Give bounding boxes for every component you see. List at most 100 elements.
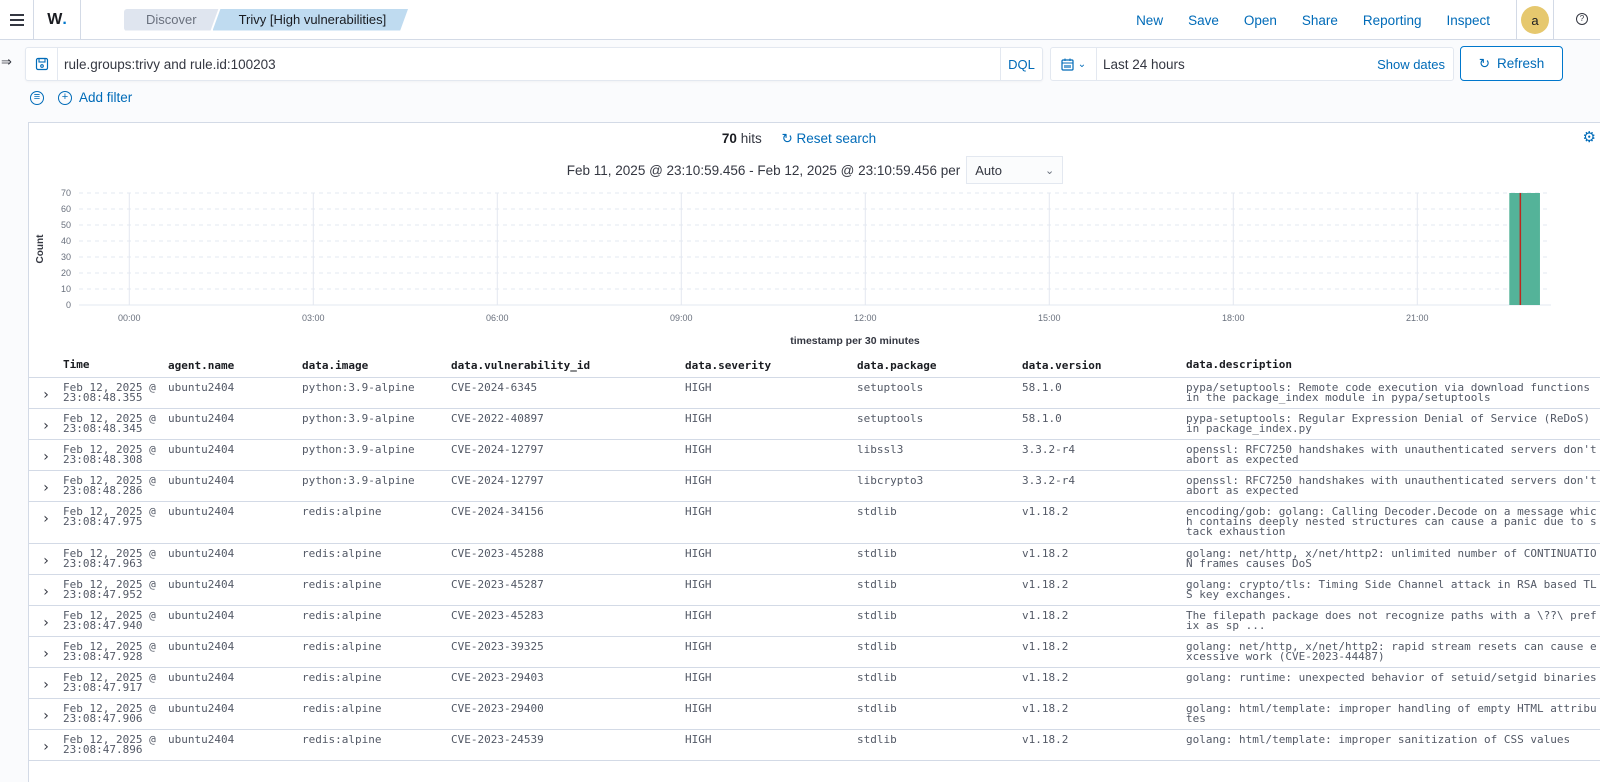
- expand-row-icon[interactable]: ›: [43, 387, 49, 408]
- table-row[interactable]: › Feb 12, 2025 @ 23:08:47.906 ubuntu2404 re…: [29, 699, 1600, 730]
- x-tick-label: 15:00: [1038, 313, 1061, 323]
- interval-select[interactable]: Auto ⌄: [966, 156, 1064, 184]
- expand-row-button[interactable]: ›: [29, 476, 63, 501]
- cell-package: stdlib: [857, 671, 897, 684]
- expand-row-icon[interactable]: ›: [43, 553, 49, 574]
- expand-row-icon[interactable]: ›: [43, 449, 49, 470]
- save-button[interactable]: Save: [1188, 13, 1219, 28]
- cell-description: openssl: RFC7250 handshakes with unauthe…: [1186, 443, 1597, 466]
- table-row[interactable]: › Feb 12, 2025 @ 23:08:48.286 ubuntu2404 py…: [29, 471, 1600, 502]
- share-button[interactable]: Share: [1302, 13, 1338, 28]
- inspect-button[interactable]: Inspect: [1446, 13, 1490, 28]
- table-row[interactable]: › Feb 12, 2025 @ 23:08:47.952 ubuntu2404 re…: [29, 575, 1600, 606]
- add-filter-button[interactable]: Add filter: [79, 90, 132, 105]
- filter-options-icon[interactable]: ≡: [30, 90, 44, 105]
- expand-row-icon[interactable]: ›: [43, 615, 49, 636]
- menu-button[interactable]: [0, 0, 34, 40]
- cell-version: v1.18.2: [1022, 547, 1069, 560]
- hits-label: hits: [740, 131, 762, 146]
- cell-image: redis:alpine: [302, 578, 382, 591]
- expand-row-icon[interactable]: ›: [43, 584, 49, 605]
- expand-row-button[interactable]: ›: [29, 445, 63, 470]
- expand-row-icon[interactable]: ›: [43, 739, 49, 760]
- column-header-time[interactable]: Time: [63, 359, 168, 370]
- column-header-image[interactable]: data.image: [302, 359, 451, 372]
- expand-row-button[interactable]: ›: [29, 673, 63, 698]
- query-language-button[interactable]: DQL: [1000, 48, 1042, 80]
- expand-row-button[interactable]: ›: [29, 704, 63, 729]
- expand-row-button[interactable]: ›: [29, 383, 63, 408]
- expand-row-icon[interactable]: ›: [43, 480, 49, 501]
- table-row[interactable]: › Feb 12, 2025 @ 23:08:47.896 ubuntu2404 re…: [29, 730, 1600, 761]
- cell-package: stdlib: [857, 609, 897, 622]
- time-range-display[interactable]: Last 24 hours: [1097, 57, 1377, 72]
- expand-row-icon[interactable]: ›: [43, 418, 49, 439]
- expand-row-button[interactable]: ›: [29, 507, 63, 543]
- cell-version: v1.18.2: [1022, 702, 1069, 715]
- cell-image: redis:alpine: [302, 671, 382, 684]
- chart-settings-icon[interactable]: ⚙: [1583, 128, 1596, 146]
- expand-row-icon[interactable]: ›: [43, 677, 49, 698]
- column-header-package[interactable]: data.package: [857, 359, 1022, 372]
- table-row[interactable]: › Feb 12, 2025 @ 23:08:48.308 ubuntu2404 py…: [29, 440, 1600, 471]
- reporting-button[interactable]: Reporting: [1363, 13, 1422, 28]
- refresh-button[interactable]: ↻ Refresh: [1460, 46, 1563, 81]
- expand-row-button[interactable]: ›: [29, 611, 63, 636]
- table-row[interactable]: › Feb 12, 2025 @ 23:08:48.355 ubuntu2404 py…: [29, 378, 1600, 409]
- cell-description: openssl: RFC7250 handshakes with unauthe…: [1186, 474, 1597, 497]
- help-icon[interactable]: ?: [1576, 13, 1588, 25]
- table-row[interactable]: › Feb 12, 2025 @ 23:08:47.928 ubuntu2404 re…: [29, 637, 1600, 668]
- cell-time: Feb 12, 2025 @ 23:08:48.308: [63, 443, 156, 466]
- expand-row-icon[interactable]: ›: [43, 646, 49, 667]
- cell-package: setuptools: [857, 412, 924, 425]
- expand-row-button[interactable]: ›: [29, 549, 63, 574]
- y-tick-label: 30: [61, 252, 71, 262]
- query-input[interactable]: rule.groups:trivy and rule.id:100203: [58, 57, 1000, 72]
- cell-agent-name: ubuntu2404: [168, 640, 235, 653]
- cell-version: v1.18.2: [1022, 505, 1069, 518]
- cell-version: 58.1.0: [1022, 381, 1062, 394]
- table-row[interactable]: › Feb 12, 2025 @ 23:08:48.345 ubuntu2404 py…: [29, 409, 1600, 440]
- column-header-vulnerability-id[interactable]: data.vulnerability_id: [451, 359, 685, 372]
- cell-description: golang: html/template: improper handling…: [1186, 702, 1597, 725]
- hits-count: 70: [721, 131, 737, 146]
- user-avatar[interactable]: a: [1521, 6, 1549, 34]
- new-button[interactable]: New: [1136, 13, 1163, 28]
- table-row[interactable]: › Feb 12, 2025 @ 23:08:47.940 ubuntu2404 re…: [29, 606, 1600, 637]
- column-header-agent-name[interactable]: agent.name: [168, 359, 302, 372]
- cell-vulnerability-id: CVE-2023-45283: [451, 609, 544, 622]
- saved-query-button[interactable]: [26, 48, 58, 80]
- table-row[interactable]: › Feb 12, 2025 @ 23:08:47.917 ubuntu2404 re…: [29, 668, 1600, 699]
- cell-description: golang: net/http, x/net/http2: rapid str…: [1186, 640, 1597, 663]
- open-button[interactable]: Open: [1244, 13, 1277, 28]
- expand-row-button[interactable]: ›: [29, 642, 63, 667]
- expand-row-icon[interactable]: ›: [43, 511, 49, 543]
- expand-row-icon[interactable]: ›: [43, 708, 49, 729]
- filter-bar: ≡ + Add filter: [30, 90, 132, 105]
- cell-severity: HIGH: [685, 609, 712, 622]
- column-header-version[interactable]: data.version: [1022, 359, 1186, 372]
- show-dates-button[interactable]: Show dates: [1377, 57, 1445, 72]
- cell-agent-name: ubuntu2404: [168, 702, 235, 715]
- query-bar: rule.groups:trivy and rule.id:100203 DQL: [25, 47, 1043, 81]
- cell-agent-name: ubuntu2404: [168, 412, 235, 425]
- logo[interactable]: W.: [34, 0, 81, 40]
- y-tick-label: 20: [61, 268, 71, 278]
- table-row[interactable]: › Feb 12, 2025 @ 23:08:47.975 ubuntu2404 re…: [29, 502, 1600, 544]
- cell-severity: HIGH: [685, 443, 712, 456]
- collapse-sidebar-icon[interactable]: ⇒: [1, 54, 12, 70]
- breadcrumb-discover[interactable]: Discover: [124, 9, 219, 31]
- expand-row-button[interactable]: ›: [29, 735, 63, 760]
- expand-row-button[interactable]: ›: [29, 580, 63, 605]
- cell-agent-name: ubuntu2404: [168, 733, 235, 746]
- expand-row-button[interactable]: ›: [29, 414, 63, 439]
- documents-table: Time agent.name data.image data.vulnerab…: [29, 353, 1600, 761]
- cell-agent-name: ubuntu2404: [168, 547, 235, 560]
- cell-image: python:3.9-alpine: [302, 474, 415, 487]
- column-header-severity[interactable]: data.severity: [685, 359, 857, 372]
- table-row[interactable]: › Feb 12, 2025 @ 23:08:47.963 ubuntu2404 re…: [29, 544, 1600, 575]
- column-header-description[interactable]: data.description: [1186, 359, 1600, 370]
- quick-select-button[interactable]: ⌄: [1051, 48, 1097, 80]
- y-tick-label: 50: [61, 220, 71, 230]
- reset-search-button[interactable]: ↻ Reset search: [781, 131, 876, 146]
